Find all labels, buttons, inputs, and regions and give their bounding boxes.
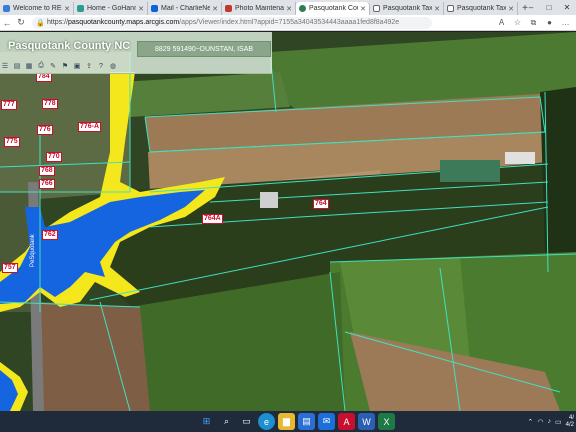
close-icon[interactable]: ✕ [138, 5, 144, 13]
parcel-label-764[interactable]: 764 [313, 199, 329, 209]
refresh-icon[interactable]: ↻ [14, 16, 28, 30]
tab-label: Pasquotank Tax Ca [383, 5, 433, 12]
acrobat-icon[interactable]: A [338, 413, 355, 430]
close-window-button[interactable]: ✕ [558, 0, 576, 15]
tab-label: Pasquotank Count [309, 5, 358, 12]
parcel-label-778[interactable]: 778 [42, 99, 58, 109]
tab-pasquotank-tax-1[interactable]: Pasquotank Tax Ca ✕ [370, 2, 444, 15]
tab-label: Home - GoHanna [87, 5, 136, 12]
windows-taskbar: ⊞ ⌕ ▭ e ▆ ▤ ✉ A W X ⌃ ◠ ♪ ▭ 4/ 4/2 [0, 411, 576, 432]
parcel-label-764A[interactable]: 764A [202, 214, 223, 224]
layers-icon[interactable]: ☰ [0, 61, 10, 71]
tab-label: Photo Maintenance [235, 5, 285, 12]
close-icon[interactable]: ✕ [286, 5, 292, 13]
edge-browser-icon[interactable]: e [258, 413, 275, 430]
window-controls: – □ ✕ [522, 0, 576, 15]
task-view-icon[interactable]: ▭ [238, 413, 255, 430]
parcel-label-777[interactable]: 777 [1, 100, 17, 110]
globe-icon[interactable]: ◍ [108, 61, 118, 71]
close-icon[interactable]: ✕ [508, 5, 514, 13]
read-aloud-icon[interactable]: A [495, 16, 508, 29]
parcel-label-776-A[interactable]: 776-A [78, 122, 102, 132]
store-icon[interactable]: ▤ [298, 413, 315, 430]
measure-icon[interactable]: ✎ [48, 61, 58, 71]
taskbar-apps: ⊞ ⌕ ▭ e ▆ ▤ ✉ A W X [198, 413, 395, 430]
tab-welcome-reos[interactable]: Welcome to REOs ✕ [0, 2, 74, 15]
parcel-label-766[interactable]: 766 [39, 179, 55, 189]
close-icon[interactable]: ✕ [64, 5, 70, 13]
help-icon[interactable]: ? [96, 61, 106, 71]
url-input[interactable]: 🔒 https://pasquotankcounty.maps.arcgis.c… [32, 16, 432, 29]
aerial-imagery [0, 32, 576, 411]
tab-pasquotank-tax-2[interactable]: Pasquotank Tax Ca ✕ [444, 2, 518, 15]
volume-icon[interactable]: ♪ [548, 418, 552, 425]
page-title: Pasquotank County NC [8, 40, 131, 52]
table-icon[interactable]: ▣ [72, 61, 82, 71]
close-icon[interactable]: ✕ [360, 5, 366, 13]
basemap-icon[interactable]: ▦ [24, 61, 34, 71]
tab-favicon [225, 5, 232, 12]
windows-start-icon[interactable]: ⊞ [198, 413, 215, 430]
map-view[interactable]: 784 777 778 775 776 776-A 770 768 766 76… [0, 32, 576, 411]
tab-favicon [3, 5, 10, 12]
word-icon[interactable]: W [358, 413, 375, 430]
lock-icon: 🔒 [36, 19, 45, 27]
tab-label: Mail - CharlieNews [161, 5, 210, 12]
url-path: /apps/Viewer/index.html?appid=7155a34043… [179, 19, 400, 26]
tab-favicon [77, 5, 84, 12]
tab-favicon [299, 5, 306, 12]
favorite-star-icon[interactable]: ☆ [511, 16, 524, 29]
parcel-label-757[interactable]: 757 [2, 263, 18, 273]
more-menu-icon[interactable]: … [559, 16, 572, 29]
close-icon[interactable]: ✕ [434, 5, 440, 13]
tab-label: Pasquotank Tax Ca [457, 5, 507, 12]
parcel-label-776[interactable]: 776 [37, 125, 53, 135]
url-host: pasquotankcounty.maps.arcgis.com [68, 19, 180, 26]
system-tray: ⌃ ◠ ♪ ▭ 4/ 4/2 [528, 411, 576, 432]
excel-icon[interactable]: X [378, 413, 395, 430]
page-icon [447, 5, 454, 12]
parcel-label-775[interactable]: 775 [4, 137, 20, 147]
browser-tab-strip: Welcome to REOs ✕ Home - GoHanna ✕ Mail … [0, 0, 576, 15]
legend-icon[interactable]: ▤ [12, 61, 22, 71]
tab-favicon [151, 5, 158, 12]
bookmark-icon[interactable]: ⚑ [60, 61, 70, 71]
maximize-button[interactable]: □ [540, 0, 558, 15]
share-icon[interactable]: ⇪ [84, 61, 94, 71]
battery-icon[interactable]: ▭ [555, 418, 562, 426]
map-toolbar: ☰ ▤ ▦ ⎙ ✎ ⚑ ▣ ⇪ ? ◍ [0, 61, 118, 71]
parcel-label-768[interactable]: 768 [39, 166, 55, 176]
page-icon [373, 5, 380, 12]
close-icon[interactable]: ✕ [212, 5, 218, 13]
parcel-label-762[interactable]: 762 [42, 230, 58, 240]
parcel-info-box[interactable]: 8829 591490~DUNSTAN, ISAB [137, 41, 271, 57]
clock-date: 4/2 [565, 421, 574, 428]
chevron-up-icon[interactable]: ⌃ [528, 418, 534, 426]
tab-mail[interactable]: Mail - CharlieNews ✕ [148, 2, 222, 15]
clock-time: 4/ [568, 414, 574, 421]
wifi-icon[interactable]: ◠ [537, 418, 543, 426]
tab-gohanna[interactable]: Home - GoHanna ✕ [74, 2, 148, 15]
tab-photo-maintenance[interactable]: Photo Maintenance ✕ [222, 2, 296, 15]
collections-icon[interactable]: ⧉ [527, 16, 540, 29]
file-explorer-icon[interactable]: ▆ [278, 413, 295, 430]
clock[interactable]: 4/ 4/2 [566, 415, 574, 429]
print-icon[interactable]: ⎙ [36, 61, 46, 71]
browser-toolbar-right: A ☆ ⧉ ● … [495, 16, 572, 29]
parcel-label-770[interactable]: 770 [46, 152, 62, 162]
road-label: PeSquotank [30, 234, 36, 267]
tab-label: Welcome to REOs [13, 5, 62, 12]
url-prefix: https:// [47, 19, 69, 26]
map-header-panel: Pasquotank County NC 8829 591490~DUNSTAN… [0, 32, 272, 74]
back-icon[interactable]: ← [0, 16, 14, 30]
tab-pasquotank-county[interactable]: Pasquotank Count ✕ [296, 2, 370, 15]
mail-icon[interactable]: ✉ [318, 413, 335, 430]
address-bar-row: ← ↻ 🔒 https://pasquotankcounty.maps.arcg… [0, 15, 576, 31]
profile-icon[interactable]: ● [543, 16, 556, 29]
search-icon[interactable]: ⌕ [218, 413, 235, 430]
minimize-button[interactable]: – [522, 0, 540, 15]
